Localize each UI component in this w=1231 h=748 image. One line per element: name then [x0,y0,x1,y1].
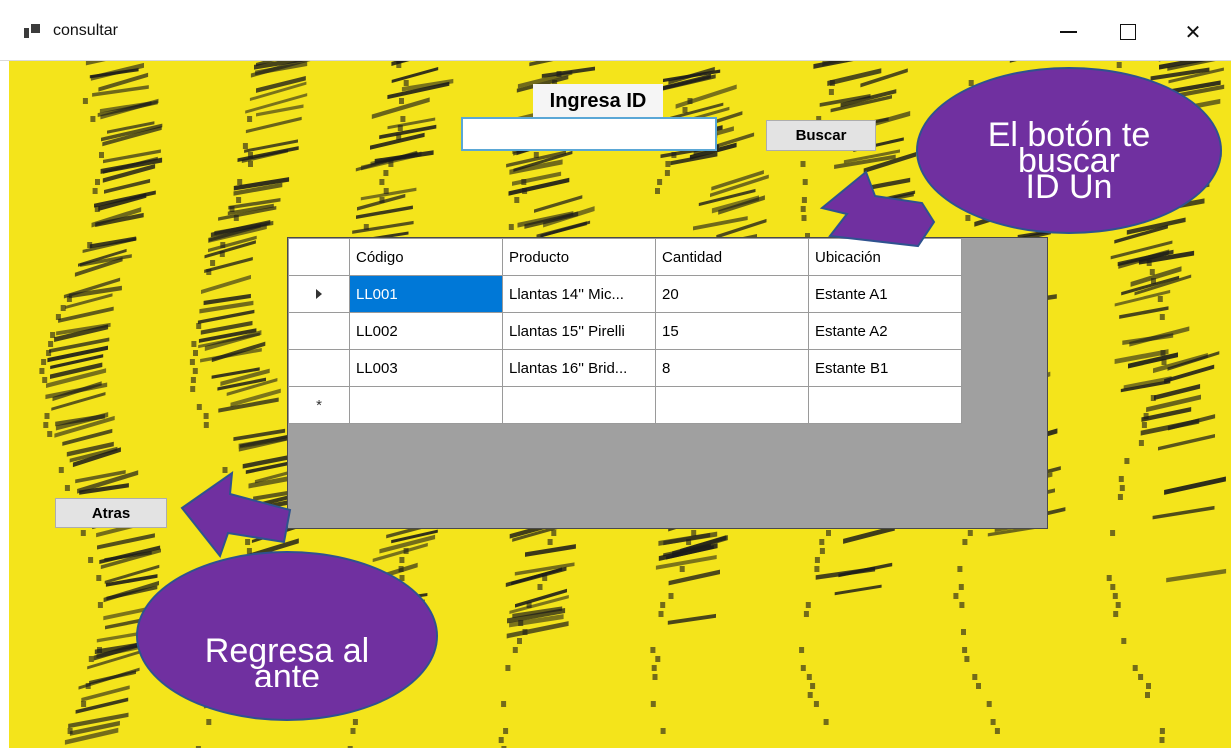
buscar-button[interactable]: Buscar [766,120,876,151]
cell-codigo[interactable]: LL003 [349,349,503,387]
window-title: consultar [53,22,118,39]
app-icon [24,24,40,38]
row-header[interactable] [288,312,350,350]
table-row[interactable]: LL001 Llantas 14'' Mic... 20 Estante A1 [288,275,962,313]
row-header[interactable] [288,275,350,313]
callout-text: ante [253,658,321,687]
cell-codigo[interactable]: LL002 [349,312,503,350]
atras-button[interactable]: Atras [55,498,167,528]
search-callout-bubble: El botón te buscar ID Un [916,67,1222,234]
cell-ubicacion[interactable]: Estante A2 [808,312,962,350]
ingresa-id-label: Ingresa ID [533,84,663,118]
cell-cantidad[interactable]: 15 [655,312,809,350]
new-row[interactable]: * [288,386,962,424]
row-pointer-icon [316,288,322,299]
row-header[interactable] [288,349,350,387]
cell-ubicacion[interactable]: Estante A1 [808,275,962,313]
grid-corner-cell[interactable] [288,238,350,276]
cell-producto[interactable] [502,386,656,424]
cell-producto[interactable]: Llantas 15'' Pirelli [502,312,656,350]
products-grid[interactable]: Código Producto Cantidad Ubicación LL001… [287,237,1048,529]
cell-codigo[interactable] [349,386,503,424]
cell-ubicacion[interactable]: Estante B1 [808,349,962,387]
minimize-button[interactable] [1040,12,1096,52]
id-input[interactable] [461,117,717,151]
cell-cantidad[interactable]: 8 [655,349,809,387]
cell-ubicacion[interactable] [808,386,962,424]
cell-cantidad[interactable] [655,386,809,424]
maximize-button[interactable] [1100,12,1156,52]
cell-codigo[interactable]: LL001 [349,275,503,313]
cell-producto[interactable]: Llantas 14'' Mic... [502,275,656,313]
table-row[interactable]: LL003 Llantas 16'' Brid... 8 Estante B1 [288,349,962,387]
close-button[interactable]: ✕ [1165,12,1221,52]
table-row[interactable]: LL002 Llantas 15'' Pirelli 15 Estante A2 [288,312,962,350]
column-header-codigo[interactable]: Código [349,238,503,276]
callout-text: ID Un [1025,168,1113,203]
cell-producto[interactable]: Llantas 16'' Brid... [502,349,656,387]
minimize-icon [1059,31,1077,33]
close-icon: ✕ [1184,21,1202,44]
column-header-producto[interactable]: Producto [502,238,656,276]
new-row-marker: * [288,386,350,424]
cell-cantidad[interactable]: 20 [655,275,809,313]
grid-header-row: Código Producto Cantidad Ubicación [288,238,962,276]
back-callout-bubble: Regresa al ante [136,551,438,721]
title-bar: consultar ✕ [0,0,1231,61]
column-header-ubicacion[interactable]: Ubicación [808,238,962,276]
maximize-icon [1120,24,1136,40]
column-header-cantidad[interactable]: Cantidad [655,238,809,276]
